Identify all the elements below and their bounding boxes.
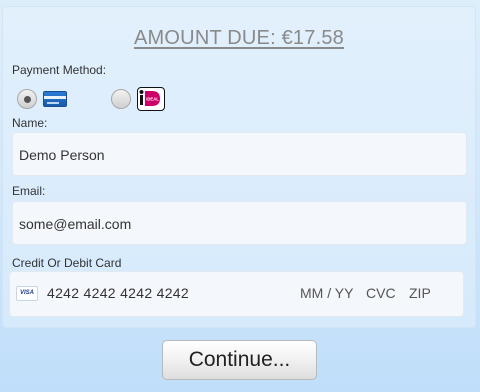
card-input[interactable]: VISA 4242 4242 4242 4242 MM / YY CVC ZIP [9, 271, 464, 317]
expiry-input[interactable]: MM / YY [300, 285, 353, 301]
credit-card-icon[interactable] [43, 91, 67, 107]
cvc-input[interactable]: CVC [366, 285, 396, 301]
zip-input[interactable]: ZIP [409, 285, 431, 301]
payment-method-label: Payment Method: [12, 63, 107, 77]
svg-text:iDEAL: iDEAL [146, 97, 159, 102]
payment-method-options: iDEAL [17, 87, 217, 111]
email-label: Email: [12, 184, 46, 198]
card-number-input[interactable]: 4242 4242 4242 4242 [47, 285, 189, 301]
amount-due-heading: AMOUNT DUE: €17.58 [134, 27, 344, 49]
card-label: Credit Or Debit Card [12, 256, 122, 270]
ideal-icon[interactable]: iDEAL [137, 87, 165, 111]
continue-button[interactable]: Continue... [162, 340, 317, 380]
visa-icon: VISA [16, 286, 38, 301]
card-radio[interactable] [17, 89, 37, 109]
email-input[interactable]: some@email.com [12, 201, 467, 245]
name-input[interactable]: Demo Person [12, 132, 467, 176]
name-label: Name: [12, 116, 48, 130]
ideal-radio[interactable] [111, 89, 131, 109]
